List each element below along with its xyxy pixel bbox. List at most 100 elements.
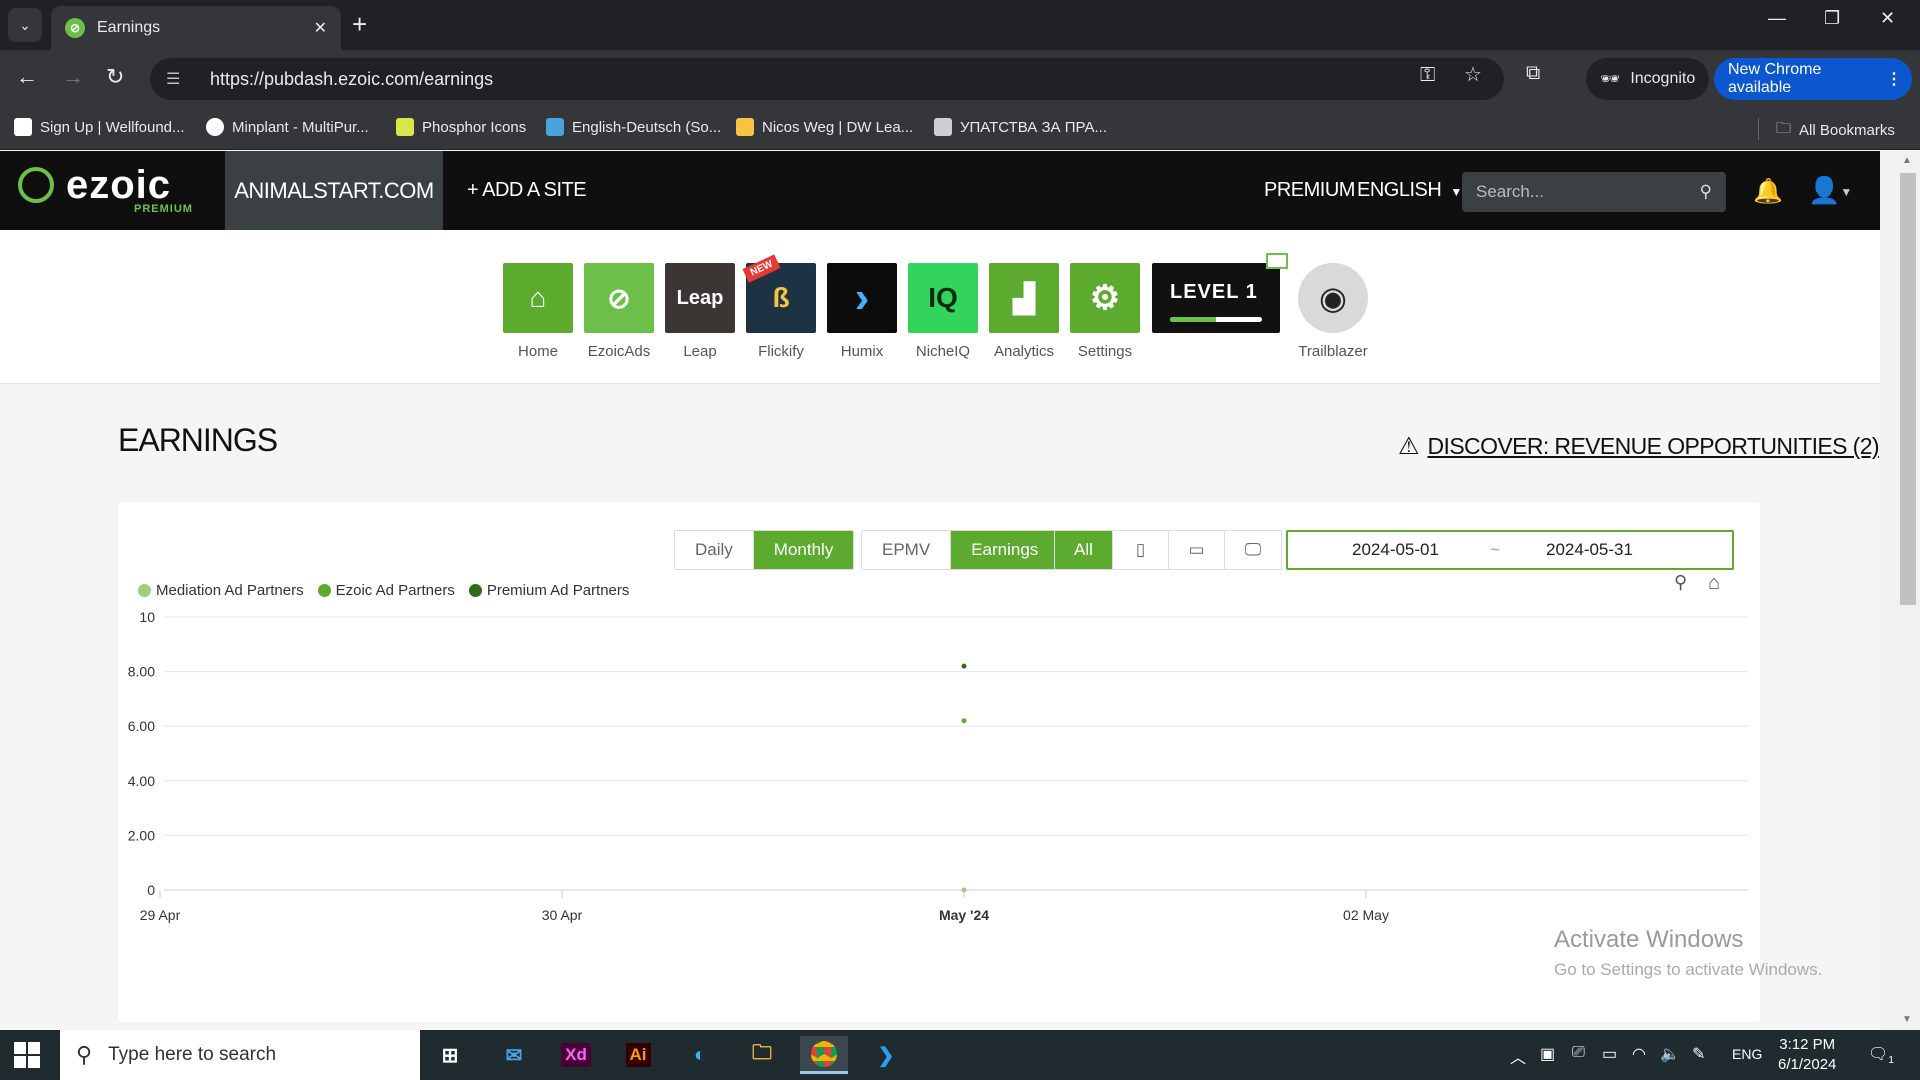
monthly-button[interactable]: Monthly — [753, 531, 854, 569]
bookmark-star-icon[interactable]: ☆ — [1464, 62, 1482, 87]
extensions-icon[interactable]: ⧉ — [1526, 62, 1540, 85]
data-point[interactable] — [961, 718, 967, 724]
battery-icon[interactable]: ▭ — [1602, 1044, 1617, 1064]
back-icon[interactable]: ← — [16, 64, 38, 90]
address-bar[interactable]: ☰ https://pubdash.ezoic.com/earnings — [150, 58, 1504, 100]
bookmark-item[interactable]: Minplant - MultiPur... — [206, 118, 369, 136]
password-key-icon[interactable]: ⚿ — [1420, 64, 1435, 87]
date-to: 2024-05-31 — [1546, 540, 1633, 559]
tab-search-button[interactable]: ⌄ — [8, 8, 42, 42]
language-indicator[interactable]: ENG — [1732, 1046, 1762, 1062]
site-info-icon[interactable]: ☰ — [166, 69, 190, 89]
minimize-icon[interactable]: — — [1768, 8, 1786, 29]
discover-opportunities[interactable]: ⚠ DISCOVER: REVENUE OPPORTUNITIES (2) — [1398, 432, 1880, 461]
bookmark-item[interactable]: Sign Up | Wellfound... — [14, 118, 185, 136]
app-ezoicads[interactable]: ⊘ EzoicAds — [584, 263, 654, 360]
browser-tab-bar: ⌄ ⊘ Earnings ✕ + — ❐ ✕ — [0, 0, 1920, 50]
earnings-button[interactable]: Earnings — [951, 531, 1059, 569]
all-bookmarks-label: All Bookmarks — [1799, 122, 1895, 139]
task-view-icon[interactable]: ⊞ — [426, 1036, 474, 1074]
close-tab-icon[interactable]: ✕ — [314, 18, 327, 38]
windows-start-icon[interactable] — [14, 1042, 40, 1068]
app-label: Analytics — [993, 343, 1055, 360]
incognito-indicator[interactable]: 🕶 Incognito — [1586, 58, 1710, 100]
desktop-icon[interactable]: 🖵 — [1225, 531, 1281, 569]
adobe-illustrator-icon[interactable]: Ai — [614, 1036, 662, 1074]
premium-link[interactable]: PREMIUM — [1264, 179, 1355, 202]
language-selector[interactable]: ENGLISH ▼ — [1357, 179, 1462, 202]
bookmark-item[interactable]: English-Deutsch (So... — [546, 118, 721, 136]
vscode-icon[interactable]: ❯ — [862, 1036, 910, 1074]
mail-app-icon[interactable]: ✉ — [490, 1036, 538, 1074]
scroll-up-icon[interactable]: ▲ — [1902, 155, 1912, 166]
notifications-icon[interactable]: 🗨1 — [1868, 1044, 1894, 1066]
edge-icon[interactable]: ◐ — [676, 1036, 724, 1074]
file-explorer-icon[interactable]: 🗀 — [738, 1036, 786, 1074]
add-site-link[interactable]: + ADD A SITE — [467, 179, 587, 202]
chrome-icon[interactable] — [800, 1036, 848, 1074]
all-devices-button[interactable]: All — [1055, 531, 1113, 569]
legend-item[interactable]: Ezoic Ad Partners — [317, 582, 455, 599]
show-hidden-icons[interactable]: ︿ — [1510, 1044, 1526, 1068]
legend-item[interactable]: Premium Ad Partners — [468, 582, 629, 599]
bookmark-label: Nicos Weg | DW Lea... — [762, 118, 914, 136]
data-point[interactable] — [961, 663, 967, 669]
zoom-icon[interactable]: ⚲ — [1674, 572, 1687, 593]
new-chrome-button[interactable]: New Chrome available ⋮ — [1714, 58, 1912, 100]
scrollbar-thumb[interactable] — [1900, 173, 1916, 605]
app-settings[interactable]: ⚙ Settings — [1070, 263, 1140, 360]
bookmark-label: Minplant - MultiPur... — [232, 118, 369, 136]
tablet-icon[interactable]: ▭ — [1169, 531, 1225, 569]
date-range-picker[interactable]: 2024-05-01 ~ 2024-05-31 — [1286, 530, 1734, 570]
app-humix[interactable]: › Humix — [827, 263, 897, 360]
date-separator: ~ — [1490, 540, 1500, 559]
app-nicheiq[interactable]: IQ NicheIQ — [908, 263, 978, 360]
mobile-icon[interactable]: ▯ — [1113, 531, 1169, 569]
taskbar-search[interactable]: ⚲ Type here to search — [60, 1030, 420, 1080]
app-home[interactable]: ⌂ Home — [503, 263, 573, 360]
meet-now-icon[interactable]: ▣ — [1540, 1044, 1555, 1064]
search-icon[interactable]: ⚲ — [1700, 182, 1712, 202]
page-scrollbar[interactable]: ▲ ▼ — [1880, 151, 1920, 1029]
device-icon[interactable]: ⎚ — [1572, 1044, 1585, 1062]
epmv-button[interactable]: EPMV — [862, 531, 952, 569]
daily-button[interactable]: Daily — [675, 531, 754, 569]
app-flickify[interactable]: ß NEW Flickify — [742, 254, 816, 360]
close-window-icon[interactable]: ✕ — [1880, 8, 1895, 29]
leap-icon: Leap — [665, 263, 735, 333]
browser-tab[interactable]: ⊘ Earnings ✕ — [51, 6, 341, 50]
all-bookmarks[interactable]: 🗀 All Bookmarks — [1776, 118, 1895, 143]
forward-icon[interactable]: → — [62, 64, 84, 90]
bookmark-item[interactable]: Phosphor Icons — [396, 118, 526, 136]
pen-icon[interactable]: ✎ — [1692, 1044, 1705, 1064]
header-search[interactable]: Search... ⚲ — [1462, 172, 1726, 212]
ezoic-logo[interactable]: ezoic PREMIUM — [18, 163, 198, 219]
app-label: Humix — [840, 343, 884, 360]
bookmarks-bar: Sign Up | Wellfound... Minplant - MultiP… — [0, 108, 1920, 150]
bookmark-item[interactable]: Nicos Weg | DW Lea... — [736, 118, 913, 136]
volume-icon[interactable]: 🔈 — [1660, 1044, 1680, 1064]
trailblazer[interactable]: ◉ Trailblazer — [1298, 263, 1368, 360]
reset-zoom-home-icon[interactable]: ⌂ — [1708, 572, 1720, 595]
restore-icon[interactable]: ❐ — [1824, 8, 1840, 29]
clock[interactable]: 3:12 PM 6/1/2024 — [1778, 1035, 1836, 1075]
new-tab-button[interactable]: + — [352, 10, 367, 38]
legend-item[interactable]: Mediation Ad Partners — [138, 582, 304, 599]
app-analytics[interactable]: ▟ Analytics — [989, 263, 1059, 360]
discover-link[interactable]: DISCOVER: REVENUE OPPORTUNITIES (2) — [1428, 433, 1880, 460]
mail-icon[interactable] — [1266, 253, 1288, 269]
app-label: EzoicAds — [587, 343, 651, 360]
reload-icon[interactable]: ↻ — [106, 64, 124, 90]
bookmark-item[interactable]: УПАТСТВА ЗА ПРА... — [934, 118, 1107, 136]
scroll-down-icon[interactable]: ▼ — [1902, 1014, 1912, 1025]
app-leap[interactable]: Leap Leap — [665, 263, 735, 360]
level-badge[interactable]: LEVEL 1 — [1152, 253, 1288, 333]
site-selector[interactable]: ANIMALSTART.COM — [225, 151, 443, 230]
more-options-icon[interactable]: ⋮ — [1886, 69, 1902, 89]
notification-bell-icon[interactable]: 🔔 — [1753, 177, 1783, 206]
new-badge: NEW — [742, 254, 781, 283]
data-point[interactable] — [961, 887, 967, 893]
wifi-icon[interactable]: ◠ — [1632, 1044, 1646, 1064]
user-menu[interactable]: 👤▼ — [1808, 175, 1852, 206]
adobe-xd-icon[interactable]: Xd — [552, 1036, 600, 1074]
